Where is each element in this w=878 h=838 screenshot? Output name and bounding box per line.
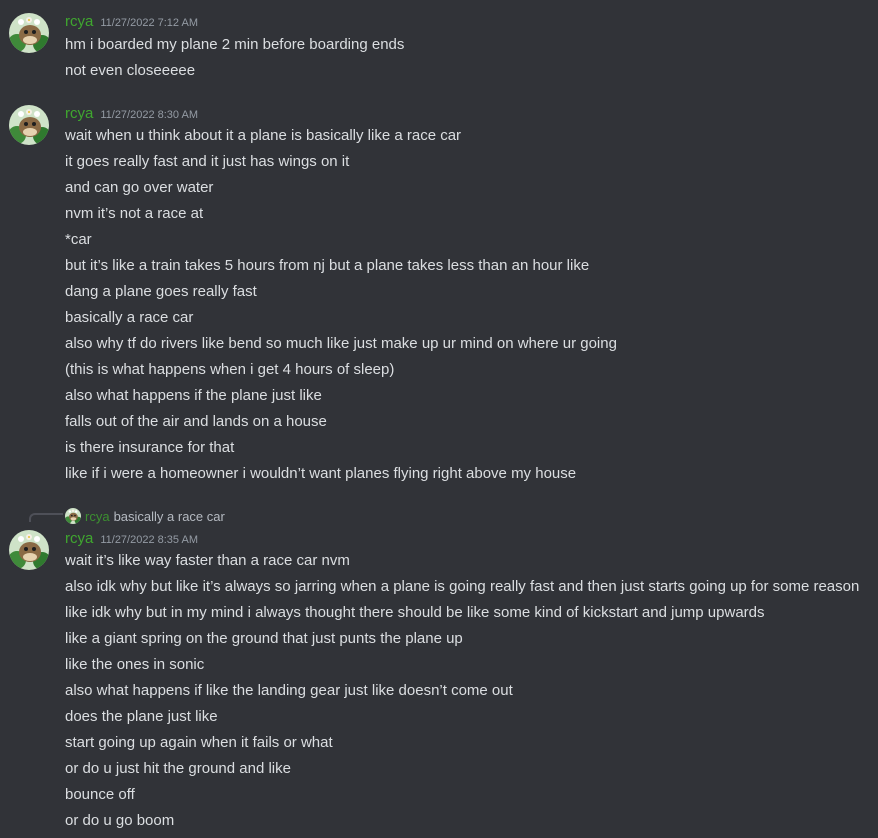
message-line: also idk why but like it’s always so jar…	[65, 578, 860, 595]
timestamp: 11/27/2022 8:35 AM	[100, 534, 198, 546]
message-line: also why tf do rivers like bend so much …	[65, 335, 617, 352]
avatar[interactable]	[9, 105, 49, 145]
reply-preview[interactable]: rcya basically a race car	[65, 506, 225, 526]
message-line: and can go over water	[65, 179, 214, 196]
message-line: also what happens if like the landing ge…	[65, 682, 513, 699]
timestamp: 11/27/2022 7:12 AM	[100, 17, 198, 29]
username[interactable]: rcya	[65, 13, 93, 30]
frog-avatar-icon	[9, 105, 49, 145]
reply-spine	[29, 513, 63, 522]
message-line: nvm it’s not a race at	[65, 205, 204, 222]
message-line: like a giant spring on the ground that j…	[65, 630, 463, 647]
message-line: but it’s like a train takes 5 hours from…	[65, 257, 590, 274]
frog-avatar-icon	[65, 508, 81, 524]
message-line: like the ones in sonic	[65, 656, 205, 673]
message-line: does the plane just like	[65, 708, 218, 725]
message-line: start going up again when it fails or wh…	[65, 734, 333, 751]
message-line: not even closeeeee	[65, 62, 196, 79]
message-line: like idk why but in my mind i always tho…	[65, 604, 765, 621]
message-line: wait when u think about it a plane is ba…	[65, 127, 462, 144]
username[interactable]: rcya	[65, 530, 93, 547]
message-line: bounce off	[65, 786, 135, 803]
message-line: is there insurance for that	[65, 439, 235, 456]
message-line: falls out of the air and lands on a hous…	[65, 413, 327, 430]
message-line: (this is what happens when i get 4 hours…	[65, 361, 395, 378]
message-line: also what happens if the plane just like	[65, 387, 322, 404]
username[interactable]: rcya	[65, 105, 93, 122]
message-line: dang a plane goes really fast	[65, 283, 257, 300]
message-line: basically a race car	[65, 309, 194, 326]
message-line: *car	[65, 231, 92, 248]
message-line: or do u go boom	[65, 812, 175, 829]
message-line: like if i were a homeowner i wouldn’t wa…	[65, 465, 577, 482]
avatar[interactable]	[9, 530, 49, 570]
message-line: it goes really fast and it just has wing…	[65, 153, 350, 170]
message-line: hm i boarded my plane 2 min before board…	[65, 36, 405, 53]
message-line: wait it’s like way faster than a race ca…	[65, 552, 350, 569]
reply-username[interactable]: rcya	[85, 509, 110, 524]
timestamp: 11/27/2022 8:30 AM	[100, 109, 198, 121]
frog-avatar-icon	[9, 530, 49, 570]
frog-avatar-icon	[9, 13, 49, 53]
message-line: or do u just hit the ground and like	[65, 760, 291, 777]
avatar[interactable]	[9, 13, 49, 53]
reply-text[interactable]: basically a race car	[114, 509, 225, 524]
reply-avatar[interactable]	[65, 508, 81, 524]
